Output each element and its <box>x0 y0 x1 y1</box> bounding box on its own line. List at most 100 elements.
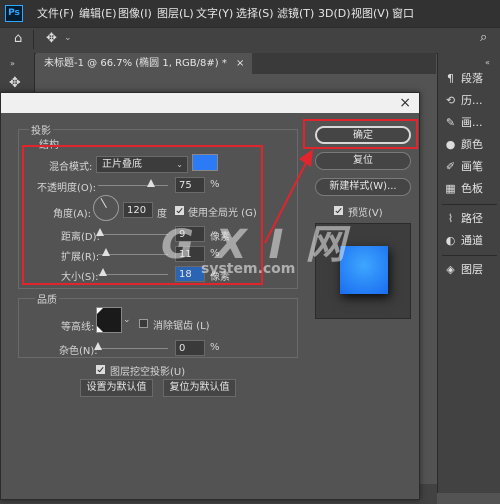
panel-paragraph[interactable]: ¶ 段落 <box>444 68 483 90</box>
panel-swatches[interactable]: ▦ 色板 <box>444 178 483 200</box>
knockout-label: 图层挖空投影(U) <box>110 367 186 378</box>
panel-brush-settings[interactable]: ✎ 画... <box>444 112 483 134</box>
panel-label: 画... <box>461 116 483 129</box>
blend-mode-value: 正片叠底 <box>102 159 142 170</box>
distance-label: 距离(D): <box>61 232 100 243</box>
chevron-down-icon[interactable]: ⌄ <box>123 315 131 325</box>
opacity-unit: % <box>210 179 220 190</box>
panel-label: 画笔 <box>461 160 483 173</box>
panel-brushes[interactable]: ✐ 画笔 <box>444 156 483 178</box>
menu-select[interactable]: 选择(S) <box>236 0 274 27</box>
divider <box>442 255 497 256</box>
panel-layers[interactable]: ◈ 图层 <box>444 259 483 281</box>
reset-button[interactable]: 复位 <box>315 152 411 170</box>
reset-default-button[interactable]: 复位为默认值 <box>163 379 236 397</box>
photoshop-logo-icon: Ps <box>5 5 23 22</box>
size-slider-track[interactable] <box>98 274 168 275</box>
opacity-label: 不透明度(O): <box>37 183 97 194</box>
contour-label: 等高线: <box>61 322 95 333</box>
angle-label: 角度(A): <box>53 209 92 220</box>
menu-3d[interactable]: 3D(D) <box>318 0 351 27</box>
preview-label: 预览(V) <box>348 208 383 219</box>
new-style-button[interactable]: 新建样式(W)... <box>315 178 411 196</box>
watermark-subtext: system.com <box>201 261 296 277</box>
blend-mode-select[interactable]: 正片叠底 ⌄ <box>96 156 188 173</box>
move-tool-icon[interactable]: ✥ <box>46 31 57 46</box>
distance-slider-thumb[interactable] <box>96 228 105 236</box>
quality-title: 品质 <box>35 291 59 306</box>
menu-bar: Ps 文件(F) 编辑(E) 图像(I) 图层(L) 文字(Y) 选择(S) 滤… <box>0 0 500 27</box>
divider <box>33 30 34 49</box>
panel-label: 段落 <box>461 72 483 85</box>
opacity-input[interactable]: 75 <box>175 177 205 193</box>
document-tab[interactable]: 未标题-1 @ 66.7% (椭圆 1, RGB/8#) * × <box>36 53 253 74</box>
right-panel-dock: « ¶ 段落 ⟲ 历... ✎ 画... ● 颜色 ✐ 画笔 ▦ 色板 ⌇ 路径 ◐ 通道 ◈ 图… <box>437 53 500 493</box>
menu-type[interactable]: 文字(Y) <box>196 0 233 27</box>
layers-icon: ◈ <box>446 263 455 276</box>
panel-paths[interactable]: ⌇ 路径 <box>444 208 483 230</box>
noise-label: 杂色(N): <box>59 346 98 357</box>
spread-label: 扩展(R): <box>61 252 100 263</box>
search-icon[interactable]: ⌕ <box>480 30 487 45</box>
opacity-slider-track[interactable] <box>98 185 168 186</box>
size-label: 大小(S): <box>61 272 99 283</box>
angle-dial-needle <box>100 197 107 208</box>
anti-alias-checkbox[interactable] <box>139 319 148 328</box>
move-tool-icon[interactable]: ✥ <box>9 75 21 91</box>
paragraph-icon: ¶ <box>447 72 454 85</box>
contour-curve <box>97 308 121 332</box>
shadow-color-swatch[interactable] <box>192 154 218 171</box>
size-slider-thumb[interactable] <box>98 268 107 276</box>
menu-file[interactable]: 文件(F) <box>37 0 74 27</box>
tab-close-icon[interactable]: × <box>236 58 244 69</box>
panel-color[interactable]: ● 颜色 <box>444 134 483 156</box>
swatches-icon: ▦ <box>445 182 456 195</box>
close-icon[interactable]: × <box>399 94 411 112</box>
menu-view[interactable]: 视图(V) <box>351 0 389 27</box>
panel-channels[interactable]: ◐ 通道 <box>444 230 483 252</box>
options-bar: ⌂ ✥ ⌄ ⌕ <box>0 27 500 54</box>
spread-slider-thumb[interactable] <box>101 248 110 256</box>
angle-dial[interactable] <box>93 195 119 221</box>
paths-icon: ⌇ <box>447 212 454 225</box>
blend-mode-label: 混合模式: <box>49 162 93 173</box>
collapse-icon[interactable]: » <box>10 59 15 68</box>
panel-history[interactable]: ⟲ 历... <box>444 90 483 112</box>
menu-image[interactable]: 图像(I) <box>118 0 152 27</box>
distance-slider-track[interactable] <box>98 234 168 235</box>
layer-style-dialog: × 投影 结构 混合模式: 正片叠底 ⌄ 不透明度(O): 75 % 角度(A)… <box>0 92 420 500</box>
dialog-title-bar: × <box>1 93 419 113</box>
set-default-button[interactable]: 设置为默认值 <box>80 379 153 397</box>
divider <box>442 204 497 205</box>
chevron-down-icon[interactable]: ⌄ <box>64 33 72 43</box>
panel-label: 历... <box>461 94 483 107</box>
knockout-checkbox[interactable] <box>96 365 105 374</box>
contour-preview[interactable] <box>96 307 122 333</box>
panel-label: 图层 <box>461 263 483 276</box>
panel-label: 通道 <box>461 234 483 247</box>
collapse-panel-icon[interactable]: « <box>485 58 490 67</box>
menu-filter[interactable]: 滤镜(T) <box>277 0 314 27</box>
brush-icon: ✎ <box>445 116 456 129</box>
anti-alias-label: 消除锯齿 (L) <box>153 321 210 332</box>
color-icon: ● <box>445 138 456 151</box>
history-icon: ⟲ <box>445 94 456 107</box>
panel-label: 路径 <box>461 212 483 225</box>
noise-slider-thumb[interactable] <box>94 342 102 350</box>
menu-layer[interactable]: 图层(L) <box>157 0 194 27</box>
home-icon[interactable]: ⌂ <box>14 31 22 46</box>
chevron-down-icon: ⌄ <box>176 160 183 169</box>
channels-icon: ◐ <box>445 234 456 247</box>
noise-slider-track[interactable] <box>98 348 168 349</box>
noise-input[interactable]: 0 <box>175 340 205 356</box>
menu-window[interactable]: 窗口 <box>392 0 414 27</box>
panel-label: 色板 <box>461 182 483 195</box>
drop-shadow-title: 投影 <box>29 122 53 137</box>
document-tab-bar: 未标题-1 @ 66.7% (椭圆 1, RGB/8#) * × <box>36 53 436 74</box>
menu-edit[interactable]: 编辑(E) <box>79 0 117 27</box>
opacity-slider-thumb[interactable] <box>146 179 155 187</box>
angle-input[interactable]: 120 <box>123 202 153 218</box>
brushes-icon: ✐ <box>445 160 456 173</box>
noise-unit: % <box>210 342 220 353</box>
document-tab-title: 未标题-1 @ 66.7% (椭圆 1, RGB/8#) * <box>44 58 227 69</box>
